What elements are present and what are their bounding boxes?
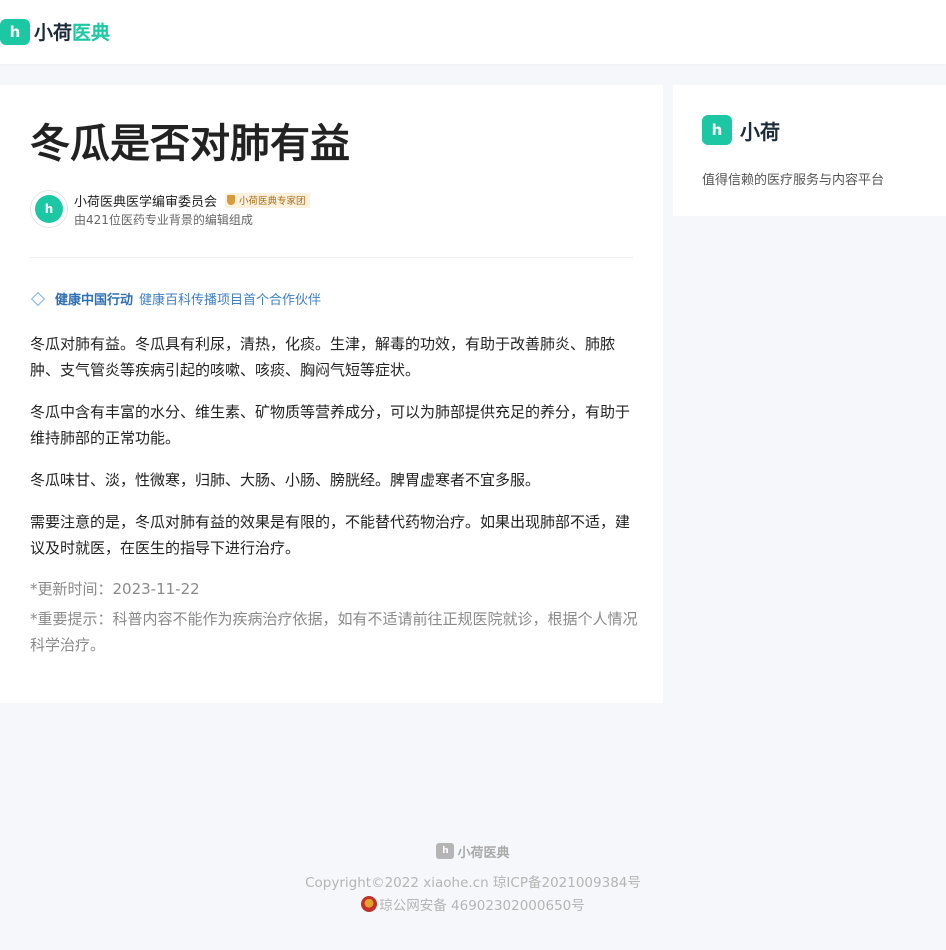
footer-logo-text: 小荷医典 xyxy=(457,845,510,861)
shield-icon xyxy=(227,195,236,205)
diamond-icon xyxy=(30,291,46,306)
important-notice: *重要提示：科普内容不能作为疾病治疗依据，如有不适请前往正规医院就诊，根据个人情… xyxy=(30,610,638,654)
author-name[interactable]: 小荷医典医学编审委员会 xyxy=(74,191,217,210)
logo-icon: h xyxy=(436,843,455,859)
divider xyxy=(30,257,633,258)
sidebar-card: h 小荷 值得信赖的医疗服务与内容平台 xyxy=(673,85,946,216)
sidebar-slogan: 值得信赖的医疗服务与内容平台 xyxy=(702,173,885,188)
avatar-logo-icon: h xyxy=(35,195,63,223)
author-block: h 小荷医典医学编审委员会 小荷医典专家团 由421位医药专业背景的编辑组成 xyxy=(30,190,310,228)
expert-badge-label: 小荷医典专家团 xyxy=(239,196,306,207)
partner-light-text: 健康百科传播项目首个合作伙伴 xyxy=(139,293,322,308)
paragraph: 冬瓜对肺有益。冬瓜具有利尿，清热，化痰。生津，解毒的功效，有助于改善肺炎、肺脓肿… xyxy=(30,335,616,379)
logo-icon: h xyxy=(702,115,732,145)
expert-badge: 小荷医典专家团 xyxy=(225,192,310,208)
site-logo[interactable]: h 小荷医典 xyxy=(0,18,110,45)
police-record[interactable]: 琼公网安备 46902302000650号 xyxy=(0,894,946,914)
author-description: 由421位医药专业背景的编辑组成 xyxy=(74,213,253,227)
paragraph: 需要注意的是，冬瓜对肺有益的效果是有限的，不能替代药物治疗。如果出现肺部不适，建… xyxy=(30,513,631,557)
sidebar-logo[interactable]: h 小荷 xyxy=(702,115,780,145)
partner-banner[interactable]: 健康中国行动 健康百科传播项目首个合作伙伴 xyxy=(30,289,321,308)
top-header: h 小荷医典 xyxy=(0,0,946,64)
avatar[interactable]: h xyxy=(30,190,68,228)
copyright-link[interactable]: Copyright©2022 xiaohe.cn 琼ICP备2021009384… xyxy=(0,871,946,891)
update-time: *更新时间：2023-11-22 xyxy=(30,580,200,598)
paragraph: 冬瓜中含有丰富的水分、维生素、矿物质等营养成分，可以为肺部提供充足的养分，有助于… xyxy=(30,403,631,447)
police-emblem-icon xyxy=(361,895,378,912)
footer: h 小荷医典 Copyright©2022 xiaohe.cn 琼ICP备202… xyxy=(0,838,946,914)
police-record-text: 琼公网安备 46902302000650号 xyxy=(379,897,585,914)
logo-text: 小荷医典 xyxy=(34,18,110,45)
author-info: 小荷医典医学编审委员会 小荷医典专家团 由421位医药专业背景的编辑组成 xyxy=(74,190,310,228)
logo-icon: h xyxy=(0,18,30,45)
logo-text-part-b: 医典 xyxy=(72,22,111,44)
footer-logo: h 小荷医典 xyxy=(436,842,510,861)
paragraph: 冬瓜味甘、淡，性微寒，归肺、大肠、小肠、膀胱经。脾胃虚寒者不宜多服。 xyxy=(30,471,541,489)
article-title: 冬瓜是否对肺有益 xyxy=(30,121,350,167)
logo-text-part-a: 小荷 xyxy=(34,22,73,44)
sidebar-brand-name: 小荷 xyxy=(740,119,780,144)
partner-strong-text: 健康中国行动 xyxy=(55,293,134,308)
author-name-row: 小荷医典医学编审委员会 小荷医典专家团 xyxy=(74,190,310,210)
